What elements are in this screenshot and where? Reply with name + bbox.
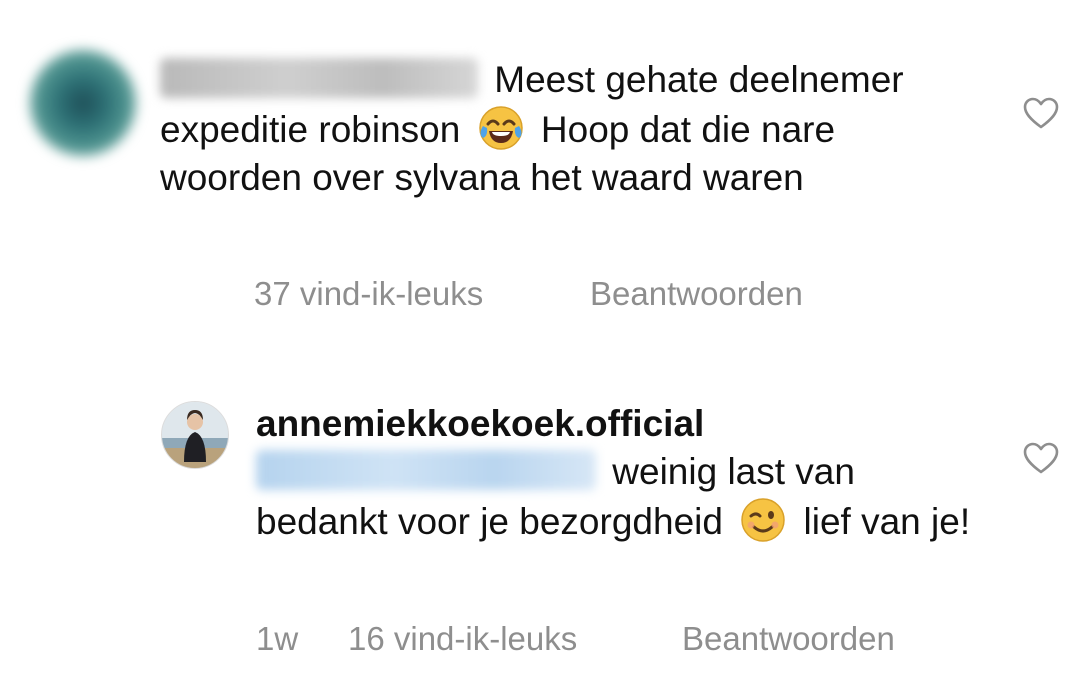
timestamp[interactable]: 1w <box>256 619 298 659</box>
likes-count[interactable]: 16 vind-ik-leuks <box>348 619 577 659</box>
avatar[interactable] <box>161 401 229 469</box>
username[interactable]: annemiekkoekoek.official <box>256 403 704 444</box>
heart-icon[interactable] <box>1022 441 1060 475</box>
profile-photo-icon <box>162 402 228 468</box>
face-with-tears-of-joy-icon <box>478 106 523 150</box>
blurred-username[interactable] <box>160 58 478 98</box>
reply-button[interactable]: Beantwoorden <box>590 274 803 314</box>
comment-text: Meest gehate deelnemer expeditie robinso… <box>160 56 960 202</box>
winking-face-icon <box>741 498 785 542</box>
likes-count[interactable]: 37 vind-ik-leuks <box>254 274 483 314</box>
avatar-blurred[interactable] <box>30 50 136 156</box>
blurred-mention[interactable] <box>256 450 596 490</box>
comment-text-part-2: lief van je! <box>803 501 971 542</box>
heart-icon[interactable] <box>1022 96 1060 130</box>
comment-text: annemiekkoekoek.official weinig last van… <box>256 400 996 546</box>
reply-button[interactable]: Beantwoorden <box>682 619 895 659</box>
